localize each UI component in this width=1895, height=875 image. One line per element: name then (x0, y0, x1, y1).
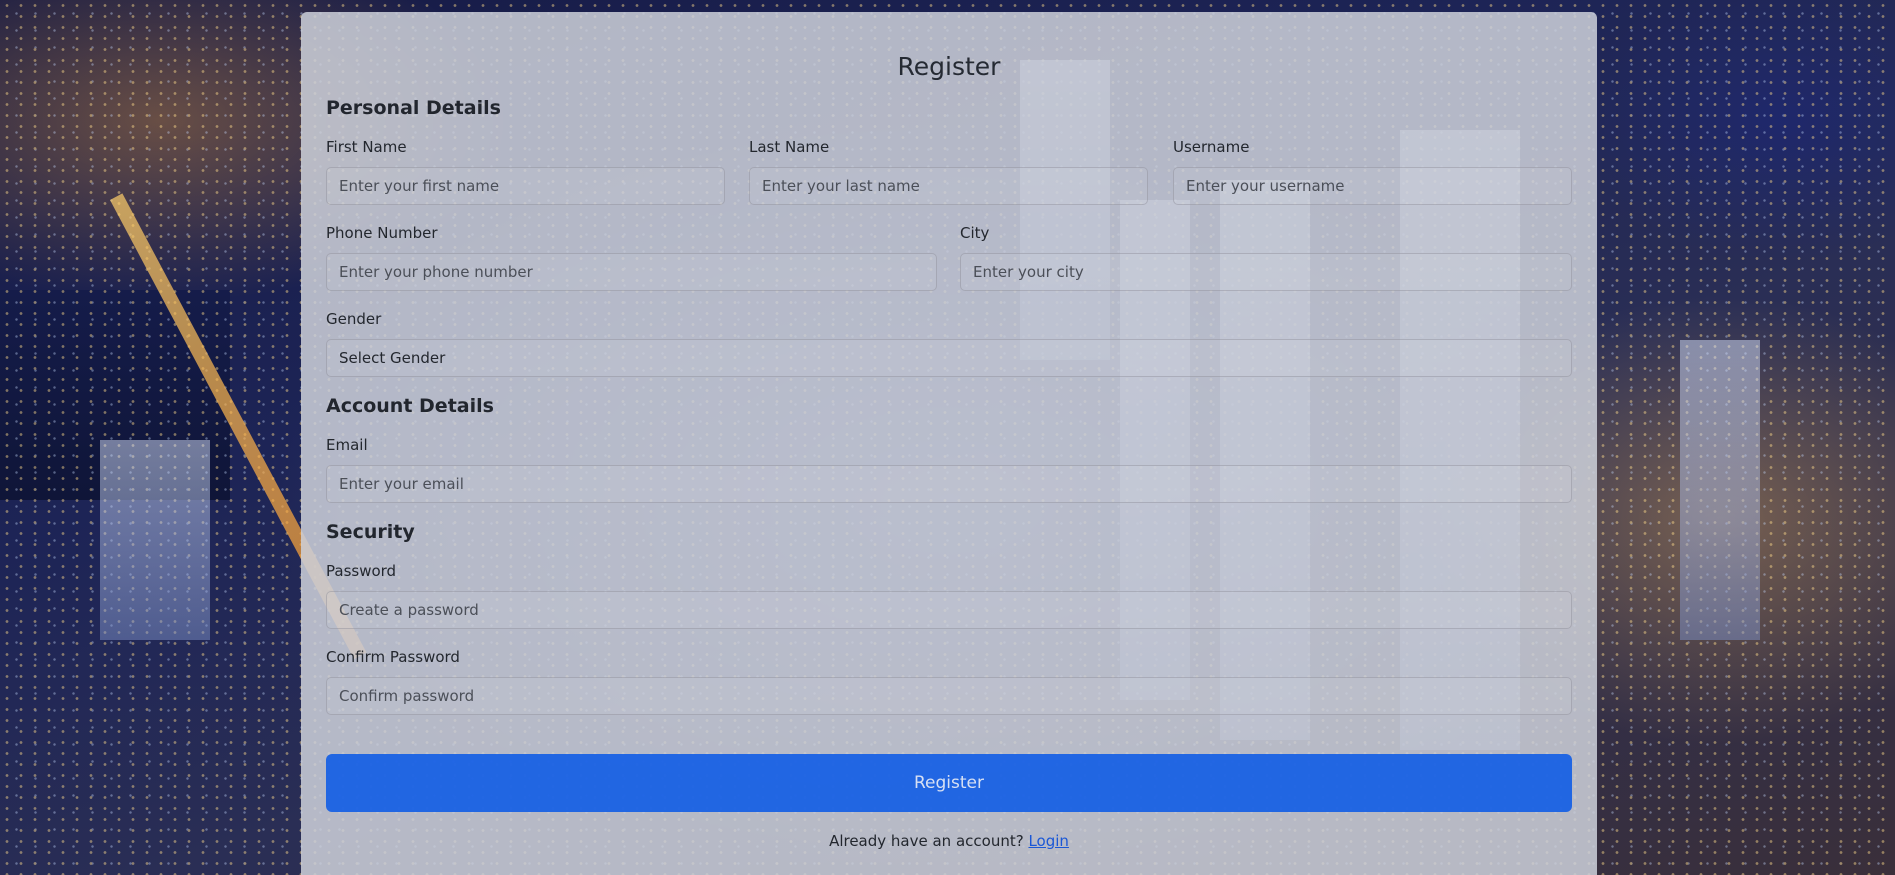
password-label: Password (326, 562, 397, 580)
city-input[interactable] (960, 253, 1572, 291)
email-label: Email (326, 436, 368, 454)
gender-select[interactable]: Select Gender (326, 339, 1572, 377)
city-label: City (960, 224, 990, 242)
gender-select-value: Select Gender (339, 349, 446, 367)
register-card: Register Personal Details First Name Las… (301, 12, 1597, 875)
last-name-input[interactable] (749, 167, 1148, 205)
page-title: Register (897, 52, 1001, 81)
username-label: Username (1173, 138, 1250, 156)
username-input[interactable] (1173, 167, 1572, 205)
login-prompt-text: Already have an account? (829, 832, 1024, 850)
phone-number-label: Phone Number (326, 224, 438, 242)
gender-label: Gender (326, 310, 382, 328)
section-personal-details: Personal Details (326, 97, 501, 119)
login-link[interactable]: Login (1028, 832, 1068, 850)
confirm-password-input[interactable] (326, 677, 1572, 715)
section-account-details: Account Details (326, 395, 494, 417)
section-security: Security (326, 521, 415, 543)
email-input[interactable] (326, 465, 1572, 503)
confirm-password-label: Confirm Password (326, 648, 460, 666)
password-input[interactable] (326, 591, 1572, 629)
first-name-input[interactable] (326, 167, 725, 205)
login-prompt: Already have an account? Login (301, 832, 1597, 850)
phone-number-input[interactable] (326, 253, 937, 291)
last-name-label: Last Name (749, 138, 830, 156)
first-name-label: First Name (326, 138, 407, 156)
register-button[interactable]: Register (326, 754, 1572, 812)
